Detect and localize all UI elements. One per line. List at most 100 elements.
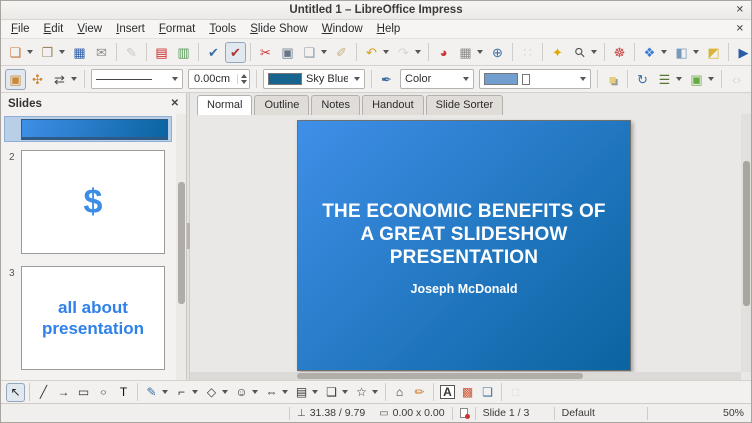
menu-item-tools[interactable]: Tools bbox=[202, 21, 243, 37]
start-slideshow-icon[interactable]: ▶ bbox=[733, 42, 751, 63]
rotate-icon[interactable]: ↻ bbox=[632, 69, 653, 90]
dropdown-caret[interactable] bbox=[252, 390, 258, 394]
menu-item-slide-show[interactable]: Slide Show bbox=[243, 21, 315, 37]
vertical-scrollbar-track[interactable] bbox=[741, 114, 751, 372]
slide-1-selected-row[interactable] bbox=[4, 116, 172, 142]
print-icon[interactable]: ▥ bbox=[173, 42, 194, 63]
dropdown-caret[interactable] bbox=[59, 50, 65, 54]
dropdown-caret[interactable] bbox=[192, 390, 198, 394]
tab-notes[interactable]: Notes bbox=[311, 95, 361, 115]
clone-formatting-icon[interactable]: ✐ bbox=[331, 42, 352, 63]
new-document-icon[interactable]: ❏ bbox=[5, 42, 26, 63]
fill-style-icon[interactable]: ✒ bbox=[376, 69, 397, 90]
dropdown-caret[interactable] bbox=[282, 390, 288, 394]
export-pdf-icon[interactable]: ▤ bbox=[151, 42, 172, 63]
arrow-style-icon[interactable]: ⇄ bbox=[49, 69, 70, 90]
window-close-icon[interactable]: ✕ bbox=[736, 5, 744, 16]
slide-style-field[interactable]: Default bbox=[555, 407, 647, 419]
menu-item-insert[interactable]: Insert bbox=[109, 21, 152, 37]
slide-indicator[interactable]: Slide 1 / 3 bbox=[476, 407, 554, 419]
dropdown-caret[interactable] bbox=[676, 77, 682, 81]
insert-chart-icon[interactable]: ◕ bbox=[433, 42, 454, 63]
cut-icon[interactable]: ✂ bbox=[255, 42, 276, 63]
symbol-shapes-icon[interactable]: ☺ bbox=[232, 383, 251, 402]
fill-color-select[interactable] bbox=[479, 69, 591, 89]
line-icon[interactable]: ╱ bbox=[34, 383, 53, 402]
vertical-scrollbar-thumb[interactable] bbox=[743, 161, 750, 306]
dropdown-caret[interactable] bbox=[27, 50, 33, 54]
tab-handout[interactable]: Handout bbox=[362, 95, 424, 115]
insert-table-icon[interactable]: ▦ bbox=[455, 42, 476, 63]
slide1-thumbnail[interactable] bbox=[21, 119, 168, 140]
align-objects-icon[interactable]: ☰ bbox=[654, 69, 675, 90]
auto-spellcheck-icon[interactable]: ✔ bbox=[225, 41, 246, 63]
block-arrows-icon[interactable]: ⇔ bbox=[262, 383, 281, 402]
dropdown-caret[interactable] bbox=[162, 390, 168, 394]
rectangle-icon[interactable]: ▭ bbox=[74, 383, 93, 402]
dropdown-caret[interactable] bbox=[172, 77, 178, 81]
dropdown-caret[interactable] bbox=[661, 50, 667, 54]
slide-3-thumbnail[interactable]: all about presentation bbox=[21, 266, 165, 370]
insert-image-icon[interactable]: ▩ bbox=[458, 383, 477, 402]
stepper-arrows[interactable] bbox=[237, 74, 247, 84]
slides-panel-scrollbar-thumb[interactable] bbox=[178, 182, 185, 304]
callout-shapes-icon[interactable]: ❑ bbox=[322, 383, 341, 402]
dropdown-caret[interactable] bbox=[372, 390, 378, 394]
menu-item-format[interactable]: Format bbox=[152, 21, 202, 37]
curve-icon[interactable]: ✎ bbox=[142, 383, 161, 402]
slide-2-thumbnail[interactable]: $ bbox=[21, 150, 165, 254]
tab-normal[interactable]: Normal bbox=[197, 95, 253, 115]
menu-item-view[interactable]: View bbox=[70, 21, 109, 37]
navigator-icon[interactable]: ✦ bbox=[547, 42, 568, 63]
star-shapes-icon[interactable]: ☆ bbox=[352, 383, 371, 402]
ellipse-icon[interactable]: ○ bbox=[94, 383, 113, 402]
horizontal-scrollbar-track[interactable] bbox=[190, 372, 741, 380]
glue-points-tool-icon[interactable]: ✏ bbox=[410, 383, 429, 402]
copy-icon[interactable]: ▣ bbox=[277, 42, 298, 63]
basic-shapes-icon[interactable]: ◇ bbox=[202, 383, 221, 402]
horizontal-scrollbar-thumb[interactable] bbox=[297, 373, 583, 379]
dropdown-caret[interactable] bbox=[312, 390, 318, 394]
open-folder-icon[interactable]: ❒ bbox=[37, 42, 58, 63]
dropdown-caret[interactable] bbox=[321, 50, 327, 54]
select-icon[interactable]: ↖ bbox=[6, 382, 25, 402]
undo-icon[interactable]: ↶ bbox=[361, 42, 382, 63]
text-box-icon[interactable]: T bbox=[114, 383, 133, 402]
menu-item-edit[interactable]: Edit bbox=[37, 21, 71, 37]
save-icon[interactable]: ▦ bbox=[69, 42, 90, 63]
glue-points-icon[interactable]: ✣ bbox=[27, 69, 48, 90]
modified-indicator-icon[interactable] bbox=[459, 408, 470, 419]
line-width-stepper[interactable]: 0.00cm bbox=[188, 69, 250, 89]
dropdown-caret[interactable] bbox=[463, 77, 469, 81]
slide-layout-icon[interactable]: ◧ bbox=[671, 42, 692, 63]
dropdown-caret[interactable] bbox=[383, 50, 389, 54]
dropdown-caret[interactable] bbox=[477, 50, 483, 54]
tab-slide-sorter[interactable]: Slide Sorter bbox=[425, 95, 504, 115]
dropdown-caret[interactable] bbox=[354, 77, 360, 81]
slides-panel-scrollbar-track[interactable] bbox=[176, 114, 186, 380]
zoom-level[interactable]: 50% bbox=[716, 407, 751, 419]
dropdown-caret[interactable] bbox=[580, 77, 586, 81]
zoom-icon[interactable]: ⚲ bbox=[569, 42, 590, 63]
slide-subtitle-text[interactable]: Joseph McDonald bbox=[298, 282, 630, 296]
help-icon[interactable]: ☸ bbox=[609, 42, 630, 63]
spellcheck-icon[interactable]: ✔ bbox=[203, 42, 224, 63]
dropdown-caret[interactable] bbox=[708, 77, 714, 81]
connector-icon[interactable]: ⌐ bbox=[172, 383, 191, 402]
hyperlink-icon[interactable]: ⊕ bbox=[487, 42, 508, 63]
points-icon[interactable]: ⌂ bbox=[390, 383, 409, 402]
line-color-select[interactable]: Sky Blue bbox=[263, 69, 365, 89]
new-slide-icon[interactable]: ❖ bbox=[639, 42, 660, 63]
area-style-select[interactable]: Color bbox=[400, 69, 474, 89]
edit-points-icon[interactable]: ▣ bbox=[5, 68, 26, 90]
dropdown-caret[interactable] bbox=[693, 50, 699, 54]
line-style-select[interactable] bbox=[91, 69, 183, 89]
slide-canvas[interactable]: THE ECONOMIC BENEFITS OF A GREAT SLIDESH… bbox=[297, 120, 631, 371]
dropdown-caret[interactable] bbox=[591, 50, 597, 54]
shadow-icon[interactable]: ■ bbox=[602, 69, 623, 90]
document-modified-field[interactable] bbox=[453, 408, 475, 419]
paste-icon[interactable]: ❑ bbox=[299, 42, 320, 63]
flowchart-icon[interactable]: ▤ bbox=[292, 383, 311, 402]
dropdown-caret[interactable] bbox=[71, 77, 77, 81]
menu-item-help[interactable]: Help bbox=[370, 21, 408, 37]
